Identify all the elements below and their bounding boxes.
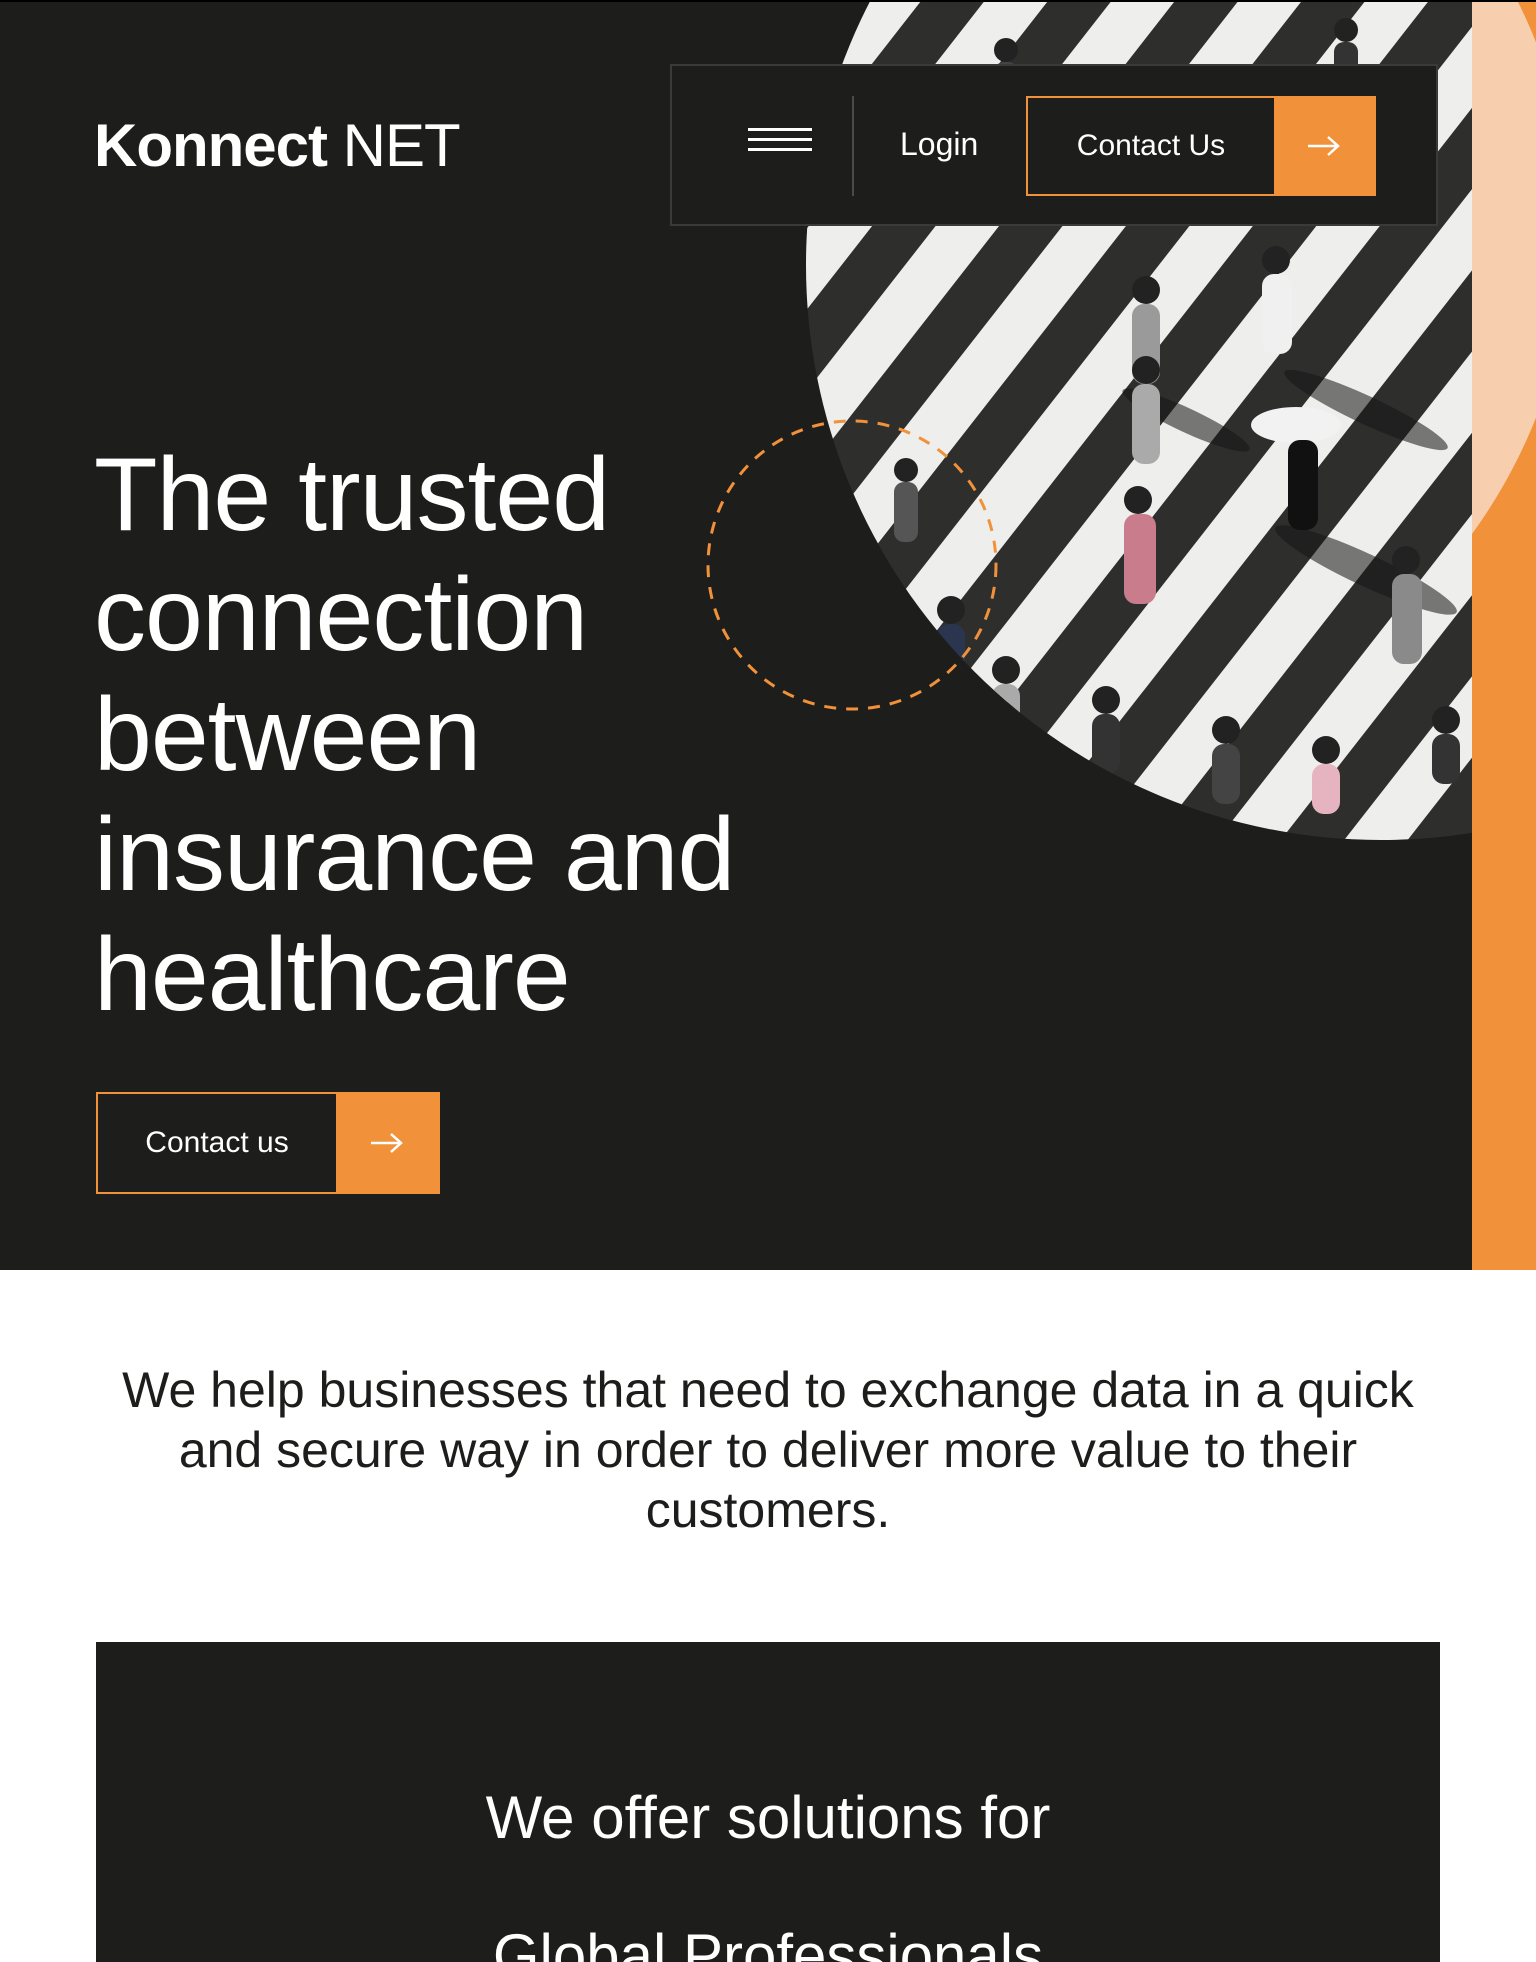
hamburger-menu-icon: [748, 128, 812, 131]
hero-contact-button[interactable]: Contact us: [96, 1092, 440, 1194]
arrow-right-icon: [336, 1094, 438, 1192]
top-navigation: Login Contact Us: [670, 64, 1438, 226]
brand-logo[interactable]: Konnect NET: [94, 110, 461, 182]
nav-contact-button[interactable]: Contact Us: [1026, 96, 1376, 196]
menu-button[interactable]: [724, 104, 824, 186]
brand-name-bold: Konnect: [94, 112, 328, 179]
arrow-right-icon: [1274, 98, 1374, 194]
solutions-title: We offer solutions for: [485, 1784, 1051, 1851]
hero-section: Konnect NET Login Contact Us The trusted…: [0, 0, 1472, 1270]
peach-arc-decoration: [1472, 0, 1536, 780]
top-border: [0, 0, 1536, 2]
nav-divider: [852, 96, 854, 196]
solutions-section: We offer solutions for Global Profession…: [96, 1642, 1440, 1962]
accent-side-stripe: [1472, 0, 1536, 1270]
login-link[interactable]: Login: [900, 124, 978, 164]
hero-headline: The trusted connection between insurance…: [94, 437, 735, 1033]
hero-contact-label: Contact us: [145, 1126, 289, 1159]
intro-text: We help businesses that need to exchange…: [122, 1362, 1414, 1538]
brand-name-light: NET: [327, 112, 461, 179]
nav-contact-label: Contact Us: [1076, 129, 1226, 162]
solutions-next-item: Global Professionals: [492, 1922, 1044, 1962]
